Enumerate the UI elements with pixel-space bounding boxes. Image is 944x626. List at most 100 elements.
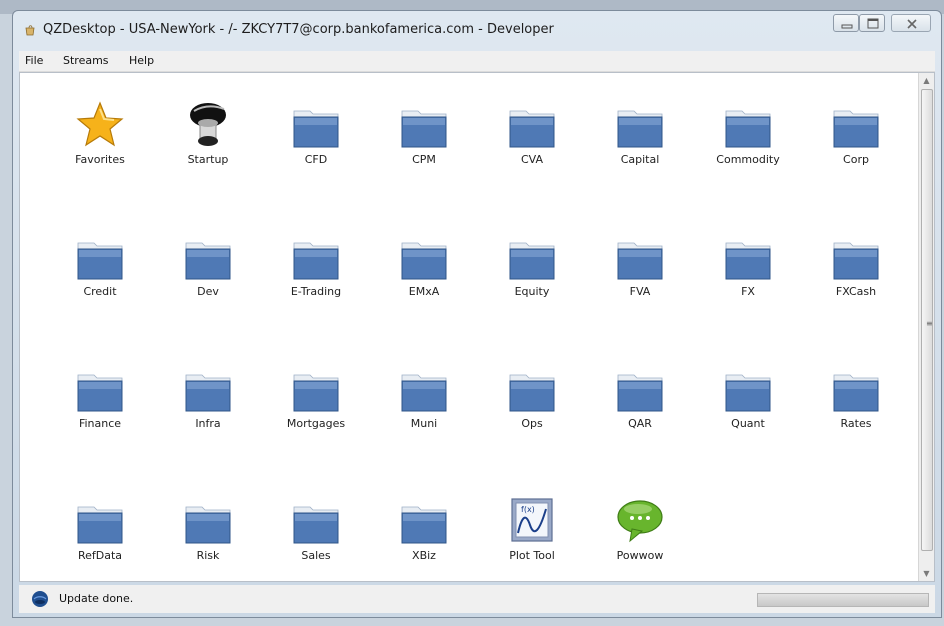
folder-icon	[508, 101, 556, 149]
launcher-tile-xbiz[interactable]: XBiz	[374, 497, 474, 587]
folder-icon	[76, 233, 124, 281]
tile-label: Powwow	[616, 549, 664, 562]
launcher-tile-fva[interactable]: FVA	[590, 233, 690, 323]
folder-icon	[724, 233, 772, 281]
scroll-thumb[interactable]: ≡	[921, 89, 933, 551]
menu-streams[interactable]: Streams	[63, 54, 109, 67]
launcher-tile-startup[interactable]: Startup	[158, 101, 258, 191]
tile-label: Risk	[196, 549, 220, 562]
star-icon	[76, 101, 124, 149]
folder-icon	[184, 497, 232, 545]
tile-label: Commodity	[716, 153, 780, 166]
folder-icon	[184, 233, 232, 281]
tile-label: EMxA	[408, 285, 440, 298]
tile-label: Rates	[840, 417, 872, 430]
scroll-down-icon[interactable]: ▼	[919, 566, 934, 581]
tile-label: RefData	[77, 549, 123, 562]
launcher-tile-corp[interactable]: Corp	[806, 101, 906, 191]
launcher-tile-cfd[interactable]: CFD	[266, 101, 366, 191]
launcher-tile-risk[interactable]: Risk	[158, 497, 258, 587]
tile-label: Capital	[620, 153, 660, 166]
progress-bar	[757, 593, 929, 607]
tile-label: CPM	[412, 153, 436, 166]
window-title: QZDesktop - USA-NewYork - /- ZKCY7T7@cor…	[43, 22, 554, 37]
launcher-tile-credit[interactable]: Credit	[50, 233, 150, 323]
close-button[interactable]	[891, 14, 931, 32]
menu-file[interactable]: File	[25, 54, 43, 67]
tile-label: Credit	[83, 285, 117, 298]
folder-icon	[508, 233, 556, 281]
globe-icon	[32, 591, 48, 607]
scroll-up-icon[interactable]: ▲	[919, 73, 934, 88]
minimize-icon	[841, 24, 853, 29]
folder-icon	[724, 101, 772, 149]
tile-label: Infra	[195, 417, 221, 430]
launcher-tile-commodity[interactable]: Commodity	[698, 101, 798, 191]
tile-label: FXCash	[835, 285, 877, 298]
launcher-tile-refdata[interactable]: RefData	[50, 497, 150, 587]
minimize-button[interactable]	[833, 14, 859, 32]
folder-icon	[292, 497, 340, 545]
status-bar: Update done.	[19, 585, 935, 613]
launcher-tile-emxa[interactable]: EMxA	[374, 233, 474, 323]
folder-icon	[292, 233, 340, 281]
tile-label: Corp	[843, 153, 869, 166]
app-window: QZDesktop - USA-NewYork - /- ZKCY7T7@cor…	[12, 10, 942, 618]
launcher-tile-cpm[interactable]: CPM	[374, 101, 474, 191]
folder-icon	[832, 233, 880, 281]
launcher-tile-fxcash[interactable]: FXCash	[806, 233, 906, 323]
folder-icon	[616, 233, 664, 281]
svg-text:f(x): f(x)	[521, 505, 535, 514]
grip-icon: ≡	[926, 319, 933, 328]
launcher-tile-sales[interactable]: Sales	[266, 497, 366, 587]
launcher-tile-mortgages[interactable]: Mortgages	[266, 365, 366, 455]
launcher-tile-infra[interactable]: Infra	[158, 365, 258, 455]
launcher-tile-e-trading[interactable]: E-Trading	[266, 233, 366, 323]
launcher-tile-quant[interactable]: Quant	[698, 365, 798, 455]
launcher-tile-finance[interactable]: Finance	[50, 365, 150, 455]
tile-label: FX	[741, 285, 755, 298]
launcher-tile-favorites[interactable]: Favorites	[50, 101, 150, 191]
folder-icon	[616, 365, 664, 413]
tile-label: FVA	[629, 285, 651, 298]
launcher-tile-powwow[interactable]: Powwow	[590, 497, 690, 587]
tile-label: Favorites	[75, 153, 125, 166]
menu-help[interactable]: Help	[129, 54, 154, 67]
launcher-tile-fx[interactable]: FX	[698, 233, 798, 323]
launcher-grid: Favorites Startup CFD CPM CVA Capital Co…	[19, 72, 935, 582]
startup-icon	[184, 101, 232, 149]
launcher-tile-cva[interactable]: CVA	[482, 101, 582, 191]
folder-icon	[184, 365, 232, 413]
launcher-tile-ops[interactable]: Ops	[482, 365, 582, 455]
tile-label: Plot Tool	[509, 549, 555, 562]
launcher-tile-equity[interactable]: Equity	[482, 233, 582, 323]
launcher-tile-capital[interactable]: Capital	[590, 101, 690, 191]
tile-label: Mortgages	[286, 417, 346, 430]
folder-icon	[400, 365, 448, 413]
tile-label: E-Trading	[290, 285, 342, 298]
launcher-tile-dev[interactable]: Dev	[158, 233, 258, 323]
close-icon	[907, 19, 917, 29]
tile-label: XBiz	[412, 549, 436, 562]
chat-bubble-icon	[616, 497, 664, 545]
maximize-icon	[867, 18, 879, 29]
tile-label: CVA	[520, 153, 544, 166]
tile-label: Equity	[514, 285, 550, 298]
folder-icon	[400, 101, 448, 149]
title-bar[interactable]: QZDesktop - USA-NewYork - /- ZKCY7T7@cor…	[13, 11, 941, 51]
tile-label: CFD	[304, 153, 328, 166]
folder-icon	[616, 101, 664, 149]
launcher-tile-qar[interactable]: QAR	[590, 365, 690, 455]
launcher-tile-plot-tool[interactable]: f(x) Plot Tool	[482, 497, 582, 587]
launcher-tile-muni[interactable]: Muni	[374, 365, 474, 455]
vertical-scrollbar[interactable]: ▲ ≡ ▼	[918, 73, 934, 581]
folder-icon	[292, 365, 340, 413]
launcher-tile-rates[interactable]: Rates	[806, 365, 906, 455]
menu-bar: File Streams Help	[19, 51, 935, 72]
status-text: Update done.	[59, 592, 134, 605]
tile-label: Ops	[521, 417, 543, 430]
folder-icon	[832, 101, 880, 149]
tile-label: Dev	[197, 285, 219, 298]
maximize-button[interactable]	[859, 14, 885, 32]
folder-icon	[76, 497, 124, 545]
